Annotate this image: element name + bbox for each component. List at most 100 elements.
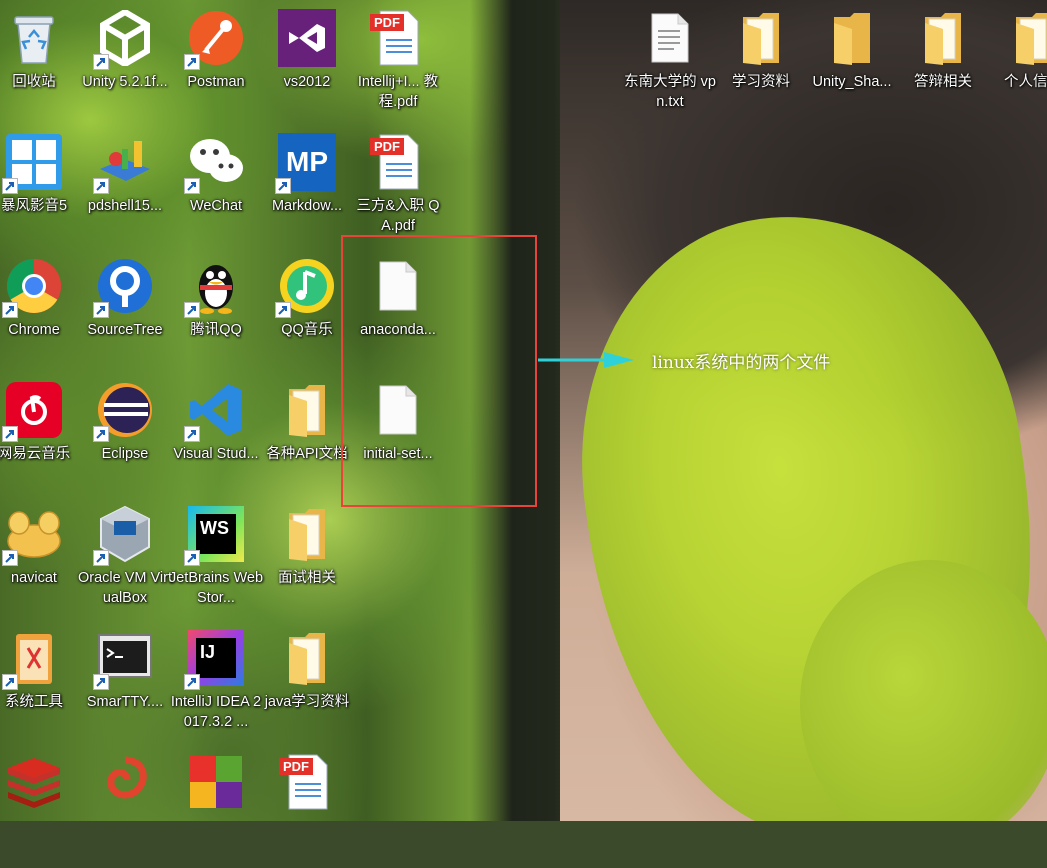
icon-label: 系统工具 — [0, 692, 82, 712]
icon-label: Intellij+I... 教程.pdf — [350, 72, 446, 112]
icon-label: Markdow... — [259, 196, 355, 216]
virtualbox-icon — [95, 504, 155, 564]
pdf-badge: PDF — [370, 138, 404, 155]
icon-label: 三方&入职 QA.pdf — [350, 196, 446, 236]
pdf-file-icon: PDF — [277, 752, 337, 812]
icon-label: Unity_Sha... — [804, 72, 900, 92]
icon-label: Unity 5.2.1f... — [77, 72, 173, 92]
shortcut-arrow-icon — [184, 674, 200, 690]
shortcut-arrow-icon — [93, 302, 109, 318]
shortcut-arrow-icon — [275, 178, 291, 194]
desktop-icon-unity[interactable]: Unity 5.2.1f... — [81, 4, 169, 124]
shortcut-arrow-icon — [93, 426, 109, 442]
desktop-icon-personal-folder[interactable]: 个人信 — [990, 4, 1047, 124]
desktop-icon-virtualbox[interactable]: Oracle VM VirtualBox — [81, 500, 169, 620]
desktop-icon-wechat[interactable]: WeChat — [172, 128, 260, 248]
desktop-icon-baofeng[interactable]: 暴风影音5 — [0, 128, 78, 248]
desktop-icon-interview-folder[interactable]: 面试相关 — [263, 500, 351, 620]
shortcut-arrow-icon — [184, 426, 200, 442]
desktop-icon-colored-blocks[interactable] — [172, 748, 260, 868]
text-file-icon — [640, 8, 700, 68]
webstorm-icon: WS — [186, 504, 246, 564]
desktop-icon-postman[interactable]: Postman — [172, 4, 260, 124]
icon-label: JetBrains WebStor... — [168, 568, 264, 608]
shortcut-arrow-icon — [2, 674, 18, 690]
terminal-icon — [95, 628, 155, 688]
shortcut-arrow-icon — [2, 178, 18, 194]
qq-music-icon — [277, 256, 337, 316]
desktop-icon-intellij-tutorial-pdf[interactable]: PDF Intellij+I... 教程.pdf — [354, 4, 442, 124]
desktop-icon-intellij-idea[interactable]: IJ IntelliJ IDEA 2017.3.2 ... — [172, 624, 260, 744]
shortcut-arrow-icon — [184, 54, 200, 70]
visual-studio-icon — [277, 8, 337, 68]
desktop-icon-markdownpad[interactable]: MP Markdow... — [263, 128, 351, 248]
shortcut-arrow-icon — [184, 550, 200, 566]
desktop-icon-sourcetree[interactable]: SourceTree — [81, 252, 169, 372]
annotation-arrow-icon — [538, 352, 634, 372]
desktop-icon-vs2012[interactable]: vs2012 — [263, 4, 351, 124]
navicat-icon — [4, 504, 64, 564]
desktop-icon-chrome[interactable]: Chrome — [0, 252, 78, 372]
desktop-icon-eclipse[interactable]: Eclipse — [81, 376, 169, 496]
desktop-icon-qq[interactable]: 腾讯QQ — [172, 252, 260, 372]
desktop-icon-xshell[interactable] — [81, 748, 169, 868]
pdf-file-icon: PDF — [368, 132, 428, 192]
icon-label: pdshell15... — [77, 196, 173, 216]
desktop-icon-webstorm[interactable]: WS JetBrains WebStor... — [172, 500, 260, 620]
shortcut-arrow-icon — [2, 550, 18, 566]
icon-label: 个人信 — [990, 72, 1047, 92]
icon-label: 腾讯QQ — [168, 320, 264, 340]
icon-label: 暴风影音5 — [0, 196, 82, 216]
shortcut-arrow-icon — [184, 302, 200, 318]
desktop-icon-onboarding-qa-pdf[interactable]: PDF 三方&入职 QA.pdf — [354, 128, 442, 248]
icon-label: Chrome — [0, 320, 82, 340]
intellij-idea-icon: IJ — [186, 628, 246, 688]
shortcut-arrow-icon — [93, 674, 109, 690]
annotation-text: linux系统中的两个文件 — [652, 348, 830, 373]
icon-label: SourceTree — [77, 320, 173, 340]
desktop-icon-netease-music[interactable]: 网易云音乐 — [0, 376, 78, 496]
icon-label: 学习资料 — [713, 72, 809, 92]
desktop-icon-unity-shader-folder[interactable]: Unity_Sha... — [808, 4, 896, 124]
desktop-icon-navicat[interactable]: navicat — [0, 500, 78, 620]
icon-label: Visual Stud... — [168, 444, 264, 464]
desktop-icon-pdshell[interactable]: pdshell15... — [81, 128, 169, 248]
pdf-file-icon: PDF — [368, 8, 428, 68]
desktop-icon-seu-vpn-txt[interactable]: 东南大学的 vpn.txt — [626, 4, 714, 124]
shortcut-arrow-icon — [93, 54, 109, 70]
pdf-badge: PDF — [279, 758, 313, 775]
icon-label: IntelliJ IDEA 2017.3.2 ... — [168, 692, 264, 732]
shortcut-arrow-icon — [93, 550, 109, 566]
desktop-icon-defense-folder[interactable]: 答辩相关 — [899, 4, 987, 124]
desktop-icon-system-tools[interactable]: 系统工具 — [0, 624, 78, 744]
folder-icon — [913, 8, 973, 68]
desktop-icon-java-folder[interactable]: java学习资料 — [263, 624, 351, 744]
desktop-icon-qq-music[interactable]: QQ音乐 — [263, 252, 351, 372]
pdf-badge: PDF — [370, 14, 404, 31]
icon-label: java学习资料 — [259, 692, 355, 712]
folder-icon — [277, 628, 337, 688]
desktop-icon-api-docs-folder[interactable]: 各种API文档 — [263, 376, 351, 496]
eclipse-icon — [95, 380, 155, 440]
recycle-bin-icon — [4, 8, 64, 68]
markdownpad-icon: MP — [277, 132, 337, 192]
postman-icon — [186, 8, 246, 68]
folder-icon — [731, 8, 791, 68]
desktop-icon-pdf-document[interactable]: PDF — [263, 748, 351, 868]
icon-label: 网易云音乐 — [0, 444, 82, 464]
icon-label: vs2012 — [259, 72, 355, 92]
icon-label: 面试相关 — [259, 568, 355, 588]
desktop-icon-redis[interactable] — [0, 748, 78, 868]
icon-label: Oracle VM VirtualBox — [77, 568, 173, 608]
folder-icon — [277, 504, 337, 564]
desktop-icon-smartty[interactable]: SmarTTY.... — [81, 624, 169, 744]
icon-label: 东南大学的 vpn.txt — [622, 72, 718, 112]
shortcut-arrow-icon — [184, 178, 200, 194]
pdshell-icon — [95, 132, 155, 192]
wechat-icon — [186, 132, 246, 192]
desktop-icon-recycle-bin[interactable]: 回收站 — [0, 4, 78, 124]
desktop-icon-visual-studio-code[interactable]: Visual Stud... — [172, 376, 260, 496]
chrome-icon — [4, 256, 64, 316]
desktop-icon-study-materials-folder[interactable]: 学习资料 — [717, 4, 805, 124]
vscode-icon — [186, 380, 246, 440]
